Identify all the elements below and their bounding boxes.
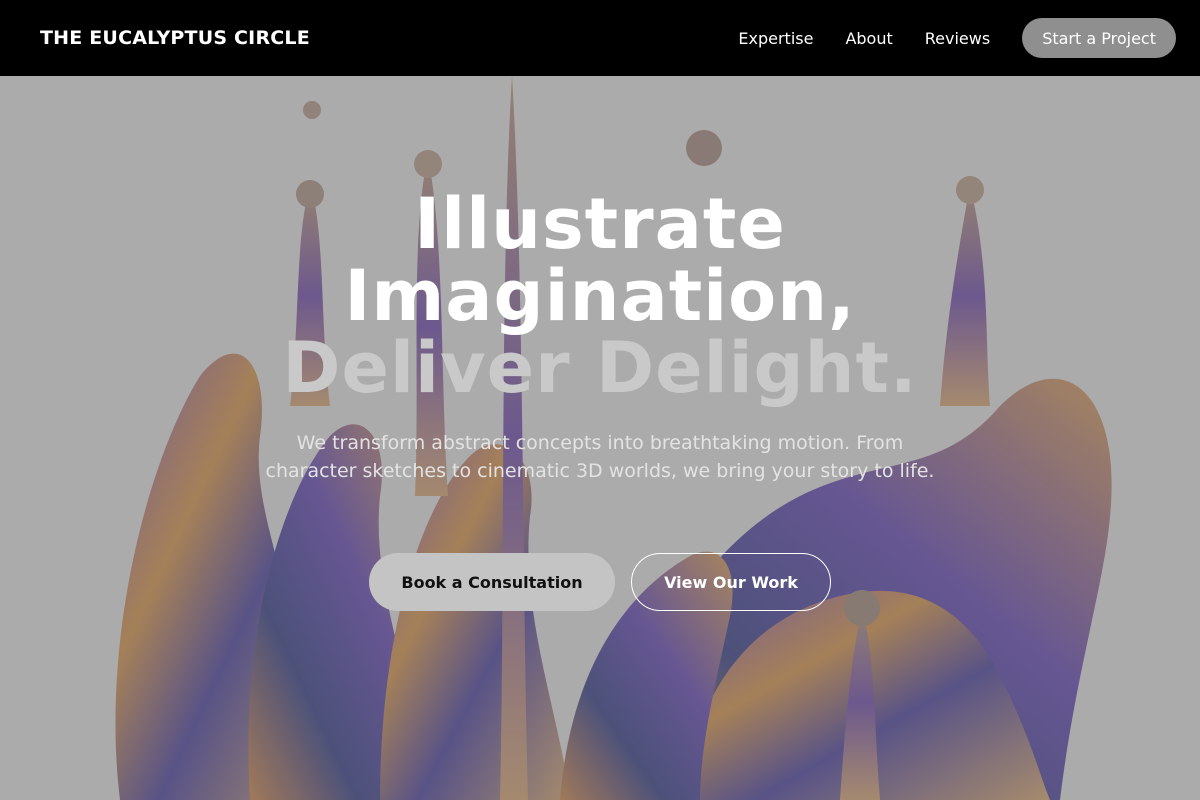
hero-headline: Illustrate Imagination, Deliver Delight. — [200, 188, 1000, 404]
headline-line-3: Deliver Delight. — [282, 327, 918, 409]
site-header: THE EUCALYPTUS CIRCLE Expertise About Re… — [0, 0, 1200, 76]
hero-subtext: We transform abstract concepts into brea… — [265, 432, 935, 482]
hero-button-row: Book a Consultation View Our Work — [0, 553, 1200, 611]
book-consultation-button[interactable]: Book a Consultation — [369, 553, 615, 611]
nav-link-expertise[interactable]: Expertise — [738, 29, 813, 48]
nav-link-reviews[interactable]: Reviews — [925, 29, 990, 48]
main-nav: Expertise About Reviews — [738, 29, 990, 48]
headline-line-1: Illustrate — [414, 183, 786, 265]
nav-link-about[interactable]: About — [845, 29, 892, 48]
view-our-work-button[interactable]: View Our Work — [631, 553, 831, 611]
hero-section: Illustrate Imagination, Deliver Delight.… — [0, 76, 1200, 800]
headline-line-2: Imagination, — [344, 255, 856, 337]
brand-logo[interactable]: THE EUCALYPTUS CIRCLE — [40, 27, 310, 49]
start-project-button[interactable]: Start a Project — [1022, 18, 1176, 58]
hero-content: Illustrate Imagination, Deliver Delight.… — [0, 76, 1200, 800]
